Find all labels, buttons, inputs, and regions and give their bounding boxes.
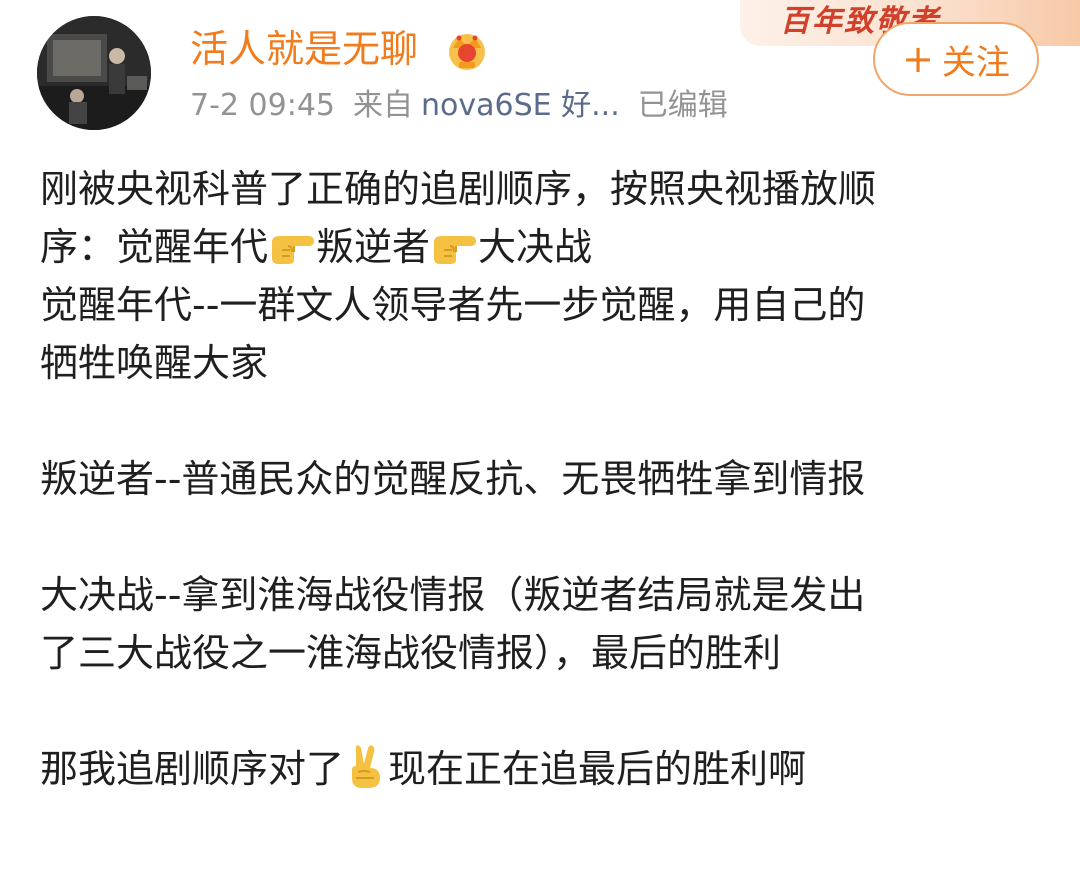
vip-crown-icon[interactable] [445,28,489,72]
post-line: 那我追剧顺序对了 现在正在追最后的胜利啊 [40,740,1050,798]
victory-hand-icon [352,745,381,788]
post-meta: 7-2 09:45 来自 nova6SE 好... 已编辑 [190,86,746,126]
plus-icon: + [902,37,934,81]
post-text: 叛逆者 [316,225,431,269]
source-prefix: 来自 [353,88,413,123]
source-device[interactable]: nova6SE 好... [421,88,620,123]
post-line: 大决战--拿到淮海战役情报（叛逆者结局就是发出 [40,573,866,617]
user-avatar[interactable] [37,16,151,130]
post-time: 7-2 09:45 [190,88,335,123]
pointing-right-hand-icon [272,236,315,264]
follow-button[interactable]: + 关注 [873,22,1039,96]
post-text: 现在正在追最后的胜利啊 [388,747,807,791]
post-line: 牺牲唤醒大家 [40,341,269,385]
username[interactable]: 活人就是无聊 [190,26,418,72]
pointing-right-hand-icon [434,236,477,264]
post-body: 刚被央视科普了正确的追剧顺序，按照央视播放顺 序：觉醒年代 叛逆者 大决战 觉醒年代… [40,160,1050,798]
post-line: 觉醒年代--一群文人领导者先一步觉醒，用自己的 [40,283,866,327]
post-line: 刚被央视科普了正确的追剧顺序，按照央视播放顺 [40,167,877,211]
post-line: 了三大战役之一淮海战役情报），最后的胜利 [40,631,782,675]
follow-label: 关注 [941,42,1010,83]
post-text: 那我追剧顺序对了 [40,747,345,791]
post-line: 叛逆者--普通民众的觉醒反抗、无畏牺牲拿到情报 [40,457,866,501]
post-text: 大决战 [478,225,593,269]
edited-label[interactable]: 已编辑 [638,88,728,123]
post-line: 序：觉醒年代 叛逆者 大决战 [40,218,1050,276]
post-text: 序：觉醒年代 [40,225,269,269]
post-header: 活人就是无聊 7-2 09:45 来自 nova6SE 好... 已编辑 百年致敬者 … [0,0,1080,140]
